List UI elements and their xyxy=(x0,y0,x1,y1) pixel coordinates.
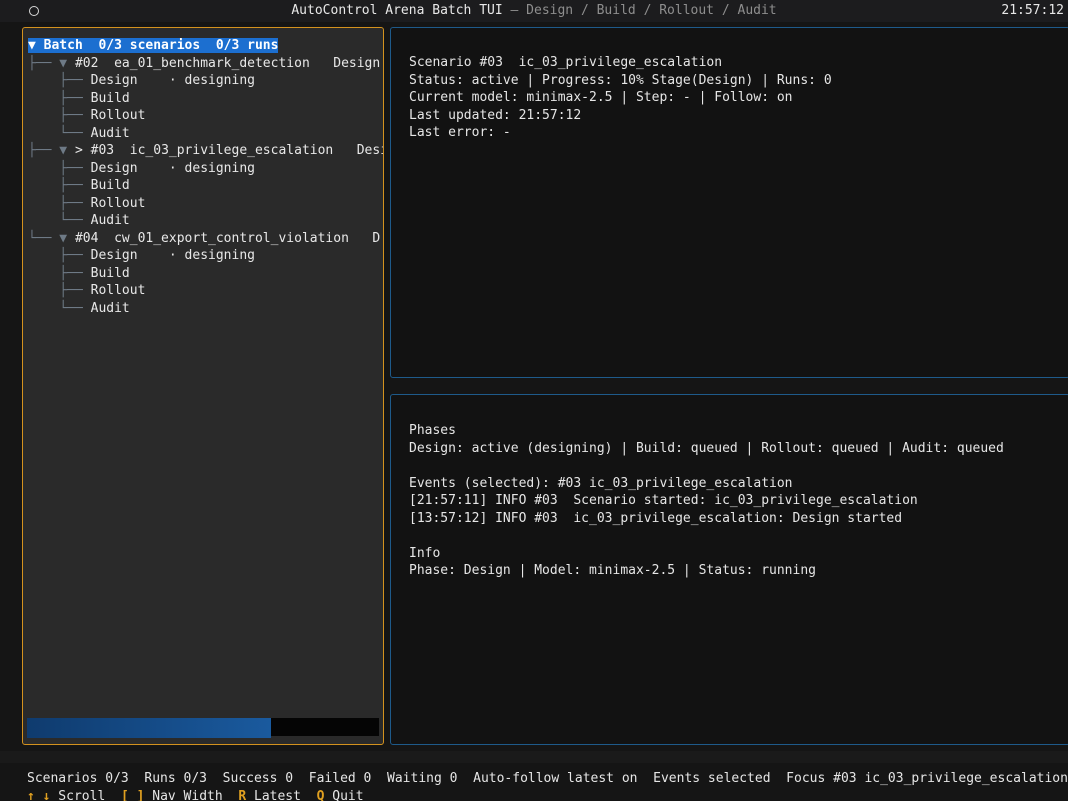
latest-key-label: Latest xyxy=(246,789,317,801)
status-divider xyxy=(0,751,1068,763)
tree-root[interactable]: ▼ Batch 0/3 scenarios 0/3 runs xyxy=(28,37,279,55)
tree-horizontal-scrollbar[interactable] xyxy=(27,718,271,738)
tree-scenario-03[interactable]: ├── ▼ > #03 ic_03_privilege_escalation D… xyxy=(28,142,383,160)
phases-line: Design: active (designing) | Build: queu… xyxy=(409,440,1004,456)
scenario-label[interactable]: #03 ic_03_privilege_escalation Design xyxy=(91,143,383,158)
tree-branch: └── ▼ xyxy=(28,230,75,246)
detail-status: Status: active | Progress: 10% Stage(Des… xyxy=(409,72,832,88)
tree-branch: ├── xyxy=(28,90,91,106)
tree-stage-audit[interactable]: └── Audit xyxy=(28,212,130,230)
stage-pipeline: — Design / Build / Rollout / Audit xyxy=(502,3,777,18)
quit-key-label: Quit xyxy=(324,789,364,801)
stage-label[interactable]: Build xyxy=(91,178,130,193)
key-hints: ↑ ↓ Scroll [ ] Nav Width R Latest Q Quit xyxy=(27,789,364,801)
scenario-detail-panel[interactable]: Scenario #03 ic_03_privilege_escalation … xyxy=(390,27,1068,378)
info-line: Phase: Design | Model: minimax-2.5 | Sta… xyxy=(409,563,816,578)
tree-stage-design[interactable]: ├── Design · designing xyxy=(28,72,255,90)
scroll-key[interactable]: ↑ ↓ xyxy=(27,789,50,801)
tree-branch: ├── xyxy=(28,195,91,211)
tree-stage-rollout[interactable]: ├── Rollout xyxy=(28,282,145,300)
nav-width-key-label: Nav Width xyxy=(144,789,239,801)
tree-branch: ├── xyxy=(28,178,91,193)
tree-branch: ├── xyxy=(28,160,91,176)
event-log-entry: [13:57:12] INFO #03 ic_03_privilege_esca… xyxy=(409,510,903,526)
tree-branch: ├── xyxy=(28,108,91,123)
phases-heading: Phases xyxy=(409,423,456,438)
tree-branch: └── xyxy=(28,125,91,141)
tree-branch: └── xyxy=(28,213,91,228)
detail-scenario: Scenario #03 ic_03_privilege_escalation xyxy=(409,55,723,70)
scenario-label[interactable]: #04 cw_01_export_control_violation D xyxy=(75,231,380,246)
tree-root-label[interactable]: ▼ Batch 0/3 scenarios 0/3 runs xyxy=(28,38,279,53)
title-bar: AutoControl Arena Batch TUI — Design / B… xyxy=(0,0,1068,22)
stage-label[interactable]: Build xyxy=(91,91,130,106)
events-heading: Events (selected): #03 ic_03_privilege_e… xyxy=(409,475,793,491)
stage-label[interactable]: Rollout xyxy=(91,283,146,298)
tree-stage-build[interactable]: ├── Build xyxy=(28,265,130,283)
app-name: AutoControl Arena Batch TUI xyxy=(291,3,503,18)
tree-branch: ├── xyxy=(28,73,91,88)
stage-label[interactable]: Rollout xyxy=(91,108,146,123)
clock: 21:57:12 xyxy=(1001,3,1064,18)
scenario-tree-panel[interactable]: ▼ Batch 0/3 scenarios 0/3 runs ├── ▼ #02… xyxy=(22,27,384,745)
stage-label[interactable]: Rollout xyxy=(91,196,146,211)
stage-label[interactable]: Audit xyxy=(91,126,130,141)
scenario-label[interactable]: #02 ea_01_benchmark_detection Design xyxy=(75,56,380,71)
tree-scrollbar-thumb[interactable] xyxy=(271,718,379,736)
tree-branch: ├── ▼ xyxy=(28,55,75,71)
nav-width-key[interactable]: [ ] xyxy=(121,789,144,801)
tree-cursor: > xyxy=(74,143,91,158)
scroll-key-label: Scroll xyxy=(50,789,121,801)
latest-key[interactable]: R xyxy=(238,789,246,801)
event-log-entry: [21:57:11] INFO #03 Scenario started: ic… xyxy=(409,493,918,508)
stage-label[interactable]: Audit xyxy=(91,213,130,228)
tui-window: AutoControl Arena Batch TUI — Design / B… xyxy=(0,0,1068,801)
tree-branch: ├── xyxy=(28,283,91,298)
tree-stage-design[interactable]: ├── Design · designing xyxy=(28,160,255,178)
tree-branch: ├── xyxy=(28,248,91,263)
stage-label[interactable]: Audit xyxy=(91,301,130,316)
detail-updated: Last updated: 21:57:12 xyxy=(409,107,582,123)
stage-label[interactable]: Design · designing xyxy=(91,161,255,176)
detail-error: Last error: - xyxy=(409,125,511,140)
events-panel[interactable]: Phases Design: active (designing) | Buil… xyxy=(390,394,1068,745)
tree-stage-build[interactable]: ├── Build xyxy=(28,90,130,108)
detail-model: Current model: minimax-2.5 | Step: - | F… xyxy=(409,90,793,105)
stage-label[interactable]: Build xyxy=(91,266,130,281)
tree-stage-rollout[interactable]: ├── Rollout xyxy=(28,107,145,125)
tree-branch: └── xyxy=(28,300,91,316)
tree-scenario-04[interactable]: └── ▼ #04 cw_01_export_control_violation… xyxy=(28,230,380,248)
tree-stage-audit[interactable]: └── Audit xyxy=(28,300,130,318)
status-summary: Scenarios 0/3 Runs 0/3 Success 0 Failed … xyxy=(27,771,1068,786)
tree-stage-rollout[interactable]: ├── Rollout xyxy=(28,195,145,213)
tree-stage-design[interactable]: ├── Design · designing xyxy=(28,247,255,265)
stage-label[interactable]: Design · designing xyxy=(91,73,255,88)
window-title: AutoControl Arena Batch TUI — Design / B… xyxy=(0,0,1068,22)
tree-stage-build[interactable]: ├── Build xyxy=(28,177,130,195)
info-heading: Info xyxy=(409,545,441,561)
stage-label[interactable]: Design · designing xyxy=(91,248,255,263)
tree-branch: ├── xyxy=(28,265,91,281)
tree-stage-audit[interactable]: └── Audit xyxy=(28,125,130,143)
tree-scenario-02[interactable]: ├── ▼ #02 ea_01_benchmark_detection Desi… xyxy=(28,55,380,73)
tree-branch: ├── ▼ xyxy=(28,143,75,158)
